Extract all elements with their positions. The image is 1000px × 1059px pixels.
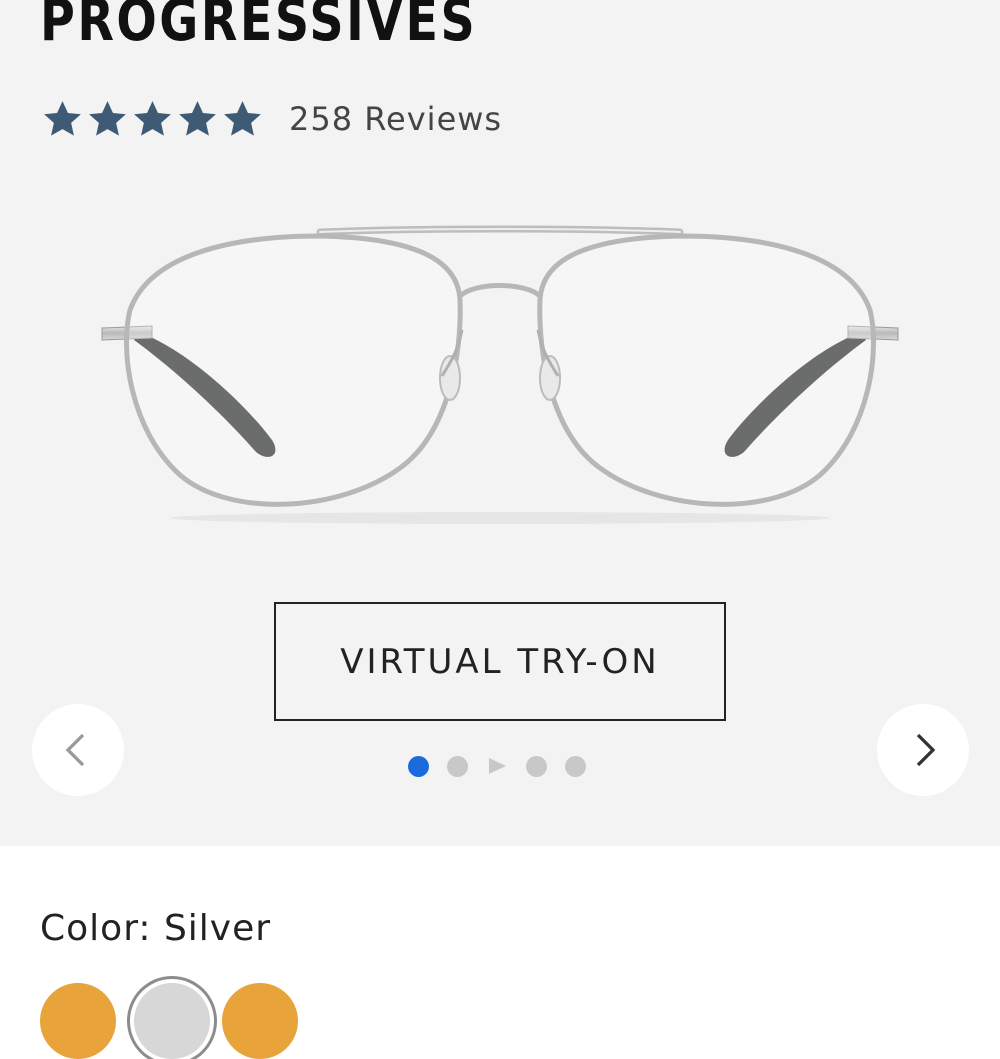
color-value: Silver [163,908,272,949]
product-gallery: PROGRESSIVES 258 Reviews VIRTUAL TRY-ON [0,0,1000,846]
carousel-dot-2[interactable] [447,755,468,777]
star-icon [44,100,81,136]
carousel-indicators [408,755,586,777]
carousel-dot-4[interactable] [565,755,586,777]
play-icon[interactable] [486,755,508,777]
swatch-silver[interactable] [134,983,210,1059]
color-label: Color: Silver [40,908,271,949]
star-icon [89,100,126,136]
carousel-dot-3[interactable] [526,755,547,777]
star-icon [134,100,171,136]
product-image [101,225,899,524]
star-icon [224,100,261,136]
star-rating [40,97,265,142]
previous-slide-button[interactable] [32,704,124,796]
color-key: Color: [40,908,152,949]
carousel-dot-1[interactable] [408,755,429,777]
swatch-gold[interactable] [40,983,116,1059]
rating-row[interactable]: 258 Reviews [40,94,502,144]
swatch-gold-2[interactable] [222,983,298,1059]
next-slide-button[interactable] [877,704,969,796]
reviews-link[interactable]: 258 Reviews [289,100,502,138]
chevron-right-icon [916,733,936,767]
product-title: PROGRESSIVES [40,0,478,54]
star-icon [179,100,216,136]
virtual-try-on-button[interactable]: VIRTUAL TRY-ON [274,602,726,721]
chevron-left-icon [65,733,85,767]
